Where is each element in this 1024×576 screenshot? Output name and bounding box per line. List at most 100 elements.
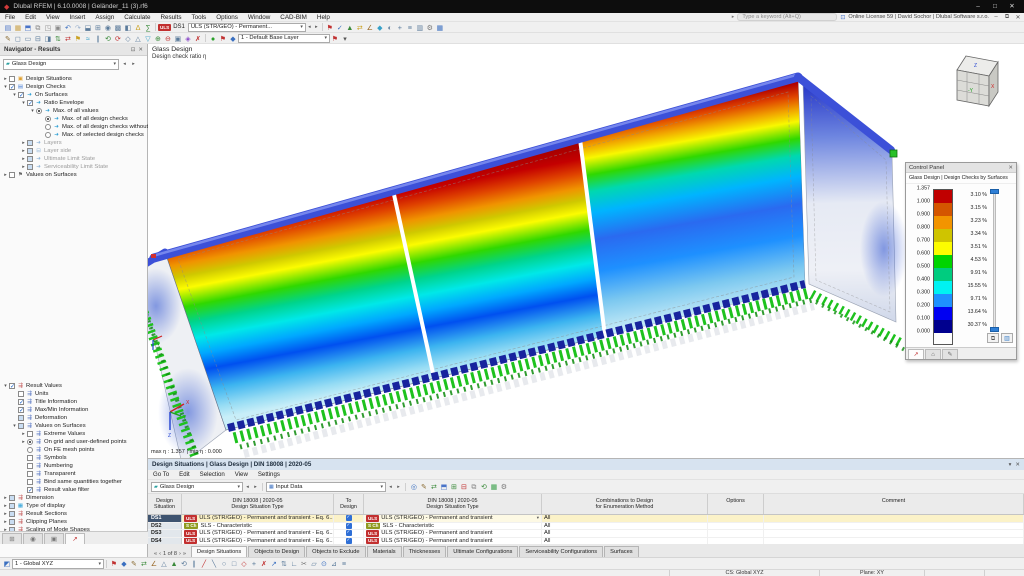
to-design-checkbox[interactable] [346, 523, 352, 529]
nav-prev-button[interactable]: ◂ [121, 61, 128, 67]
load-icon[interactable]: ⇄ [63, 33, 73, 44]
expander-icon[interactable]: ▾ [29, 108, 36, 114]
menu-item[interactable]: CAD-BIM [275, 13, 312, 22]
snap-toggle-icon[interactable]: ◆ [119, 558, 129, 569]
feedback-icon[interactable]: ⊡ [840, 14, 845, 21]
export-excel-icon[interactable]: ▦ [489, 481, 499, 492]
expander-icon[interactable]: ▸ [20, 140, 27, 146]
tree-item[interactable]: ➜ Max. of selected design checks [0, 131, 148, 139]
cp-tab-style[interactable]: ✎ [942, 349, 958, 359]
tree-checkbox[interactable] [9, 84, 15, 90]
options-cell[interactable] [708, 530, 764, 537]
loadcase-combo[interactable]: ULS (STR/GEO) - Permanent...▾ [188, 23, 306, 32]
table-tab[interactable]: Objects to Design [248, 546, 305, 557]
copy-icon[interactable]: ◳ [43, 22, 53, 33]
expander-icon[interactable]: ▾ [2, 383, 9, 389]
delete-icon[interactable]: ✗ [193, 33, 203, 44]
navigation-cube[interactable]: Z -Y X [957, 56, 998, 106]
tree-checkbox[interactable] [9, 495, 15, 501]
solid-icon[interactable]: ◨ [43, 33, 53, 44]
swap-tool-icon[interactable]: ⇅ [279, 558, 289, 569]
cp-tab-home[interactable]: ⌂ [925, 349, 941, 359]
surface-icon[interactable]: ⊟ [33, 33, 43, 44]
ortho-icon[interactable]: ⊿ [329, 558, 339, 569]
layer-combo[interactable]: 1 - Default Base Layer▾ [238, 34, 330, 43]
row-id[interactable]: DS3 [148, 530, 182, 537]
tree-checkbox[interactable] [27, 463, 33, 469]
results-sum-icon[interactable]: ∑ [143, 22, 153, 33]
line-tool2-icon[interactable]: ╲ [209, 558, 219, 569]
paste-icon[interactable]: ▣ [53, 22, 63, 33]
expander-icon[interactable]: ▸ [2, 503, 9, 509]
expander-icon[interactable]: ▸ [2, 519, 9, 525]
gem-icon[interactable]: ◈ [183, 33, 193, 44]
tree-checkbox[interactable] [27, 140, 33, 146]
nav-tab-display[interactable]: ◉ [23, 533, 43, 544]
plus-tool-icon[interactable]: + [249, 558, 259, 569]
scale-slider-top-handle[interactable] [990, 189, 999, 194]
expander-icon[interactable]: ▾ [11, 92, 18, 98]
layer-on-icon[interactable]: ● [208, 33, 218, 44]
expander-icon[interactable]: ▸ [2, 76, 9, 82]
nav-next-button[interactable]: ▸ [130, 61, 137, 67]
guides-icon[interactable]: ≡ [339, 558, 349, 569]
result-values-icon[interactable]: ✓ [335, 22, 345, 33]
calculate-icon[interactable]: Δ [133, 22, 143, 33]
scale-slider-bottom-handle[interactable] [990, 327, 999, 332]
comment-cell[interactable] [764, 515, 1024, 522]
expander-icon[interactable]: ▸ [2, 495, 9, 501]
col-to-design[interactable]: ToDesign [334, 494, 364, 514]
navigator-pin-icon[interactable]: ⊡ [131, 47, 136, 53]
nav-tab-results[interactable]: ↗ [65, 533, 85, 544]
table-next-button[interactable]: ▸ [252, 484, 259, 490]
refresh-icon[interactable]: ⟲ [479, 481, 489, 492]
row-id[interactable]: DS1 [148, 515, 182, 522]
model-view-icon[interactable]: ◧ [123, 22, 133, 33]
dimension-icon[interactable]: ◇ [123, 33, 133, 44]
tree-checkbox[interactable] [9, 519, 15, 525]
row-id[interactable]: DS2 [148, 523, 182, 530]
move-mode-icon[interactable]: ⇄ [139, 558, 149, 569]
search-icon[interactable]: ◎ [409, 481, 419, 492]
search-input[interactable]: Type a keyword (Alt+Q) [737, 13, 837, 21]
ds-type-select-text[interactable]: ULS (STR/GEO) - Permanent and transient [381, 515, 492, 521]
tree-checkbox[interactable] [18, 391, 24, 397]
rotate-icon[interactable]: ⟲ [179, 558, 189, 569]
cp-detach-button[interactable]: ⧉ [987, 333, 999, 343]
tree-item[interactable]: ▸ ⇶ Clipping Planes [0, 518, 148, 526]
menu-item[interactable]: Insert [65, 13, 91, 22]
coordinate-system-combo[interactable]: 1 - Global XYZ▾ [12, 559, 104, 569]
tree-checkbox[interactable] [27, 455, 33, 461]
group-prev-button[interactable]: ◂ [387, 484, 394, 490]
table-tab[interactable]: Surfaces [604, 546, 638, 557]
to-design-checkbox[interactable] [346, 515, 352, 521]
menu-item[interactable]: Help [312, 13, 335, 22]
plane-tool-icon[interactable]: ▱ [309, 558, 319, 569]
col-comment[interactable]: Comment [764, 494, 1024, 514]
tree-item[interactable]: ▾ ⇶ Values on Surfaces [0, 422, 148, 430]
layers-icon[interactable]: ▥ [415, 22, 425, 33]
tree-item[interactable]: ⇶ Deformation [0, 414, 148, 422]
rotate-right-icon[interactable]: ⟳ [113, 33, 123, 44]
rect-tool-icon[interactable]: □ [229, 558, 239, 569]
model-viewport[interactable]: X Y Z Z -Y X Glass Design Design check r… [148, 44, 1024, 458]
table-row[interactable]: DS3 ULS ULS (STR/GEO) - Permanent and tr… [148, 530, 1024, 538]
mesh-icon[interactable]: ≈ [83, 33, 93, 44]
support-icon[interactable]: ⇅ [53, 33, 63, 44]
col-options[interactable]: Options [708, 494, 764, 514]
tree-checkbox[interactable] [27, 439, 33, 445]
menu-item[interactable]: Assign [90, 13, 119, 22]
tree-item[interactable]: ⇶ On FE mesh points [0, 446, 148, 454]
dropdown-arrow-icon[interactable]: ▾ [537, 515, 539, 521]
expander-icon[interactable]: ▾ [2, 84, 9, 90]
design-addon-combo[interactable]: ▰ Glass Design▾ [151, 482, 243, 492]
tree-checkbox[interactable] [36, 108, 42, 114]
circle-tool-icon[interactable]: ○ [219, 558, 229, 569]
addon-combo[interactable]: ▰ Glass Design▾ [3, 59, 119, 70]
model-3d-scene[interactable]: X Y Z Z -Y X [148, 44, 1024, 458]
render-icon[interactable]: ▩ [113, 22, 123, 33]
tree-checkbox[interactable] [9, 511, 15, 517]
flag-red-icon[interactable]: ⚑ [330, 33, 340, 44]
dock-title-bar[interactable]: Design Situations | Glass Design | DIN 1… [148, 459, 1024, 470]
delete-row-icon[interactable]: ⊟ [459, 481, 469, 492]
